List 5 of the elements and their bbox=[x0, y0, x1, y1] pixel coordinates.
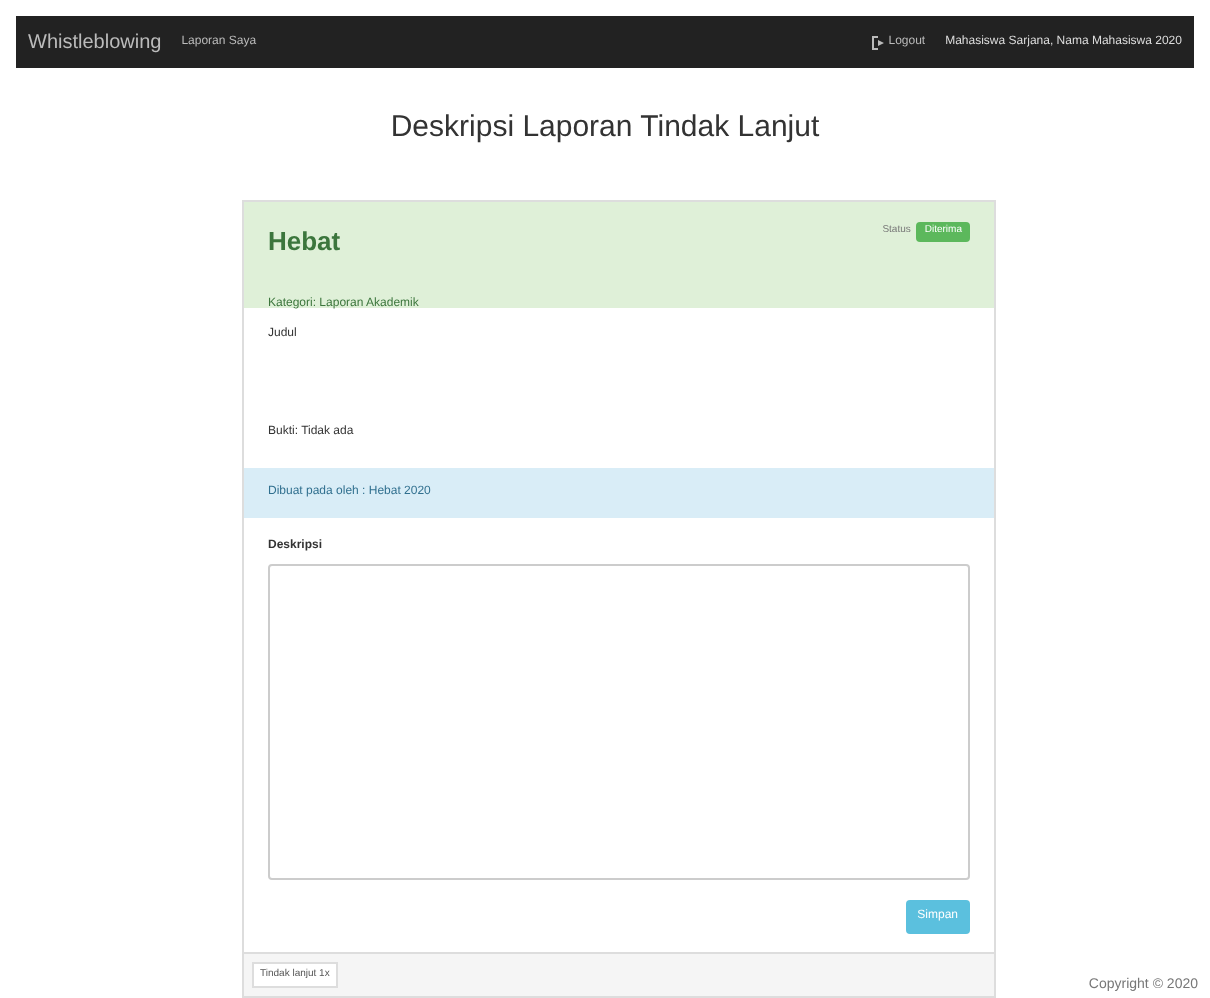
page-title: Deskripsi Laporan Tindak Lanjut bbox=[388, 108, 822, 148]
brand-link[interactable]: Whistleblowing bbox=[28, 27, 162, 57]
description-field[interactable] bbox=[268, 564, 970, 880]
report-title: Hebat bbox=[268, 224, 341, 260]
logout-icon bbox=[872, 35, 885, 49]
